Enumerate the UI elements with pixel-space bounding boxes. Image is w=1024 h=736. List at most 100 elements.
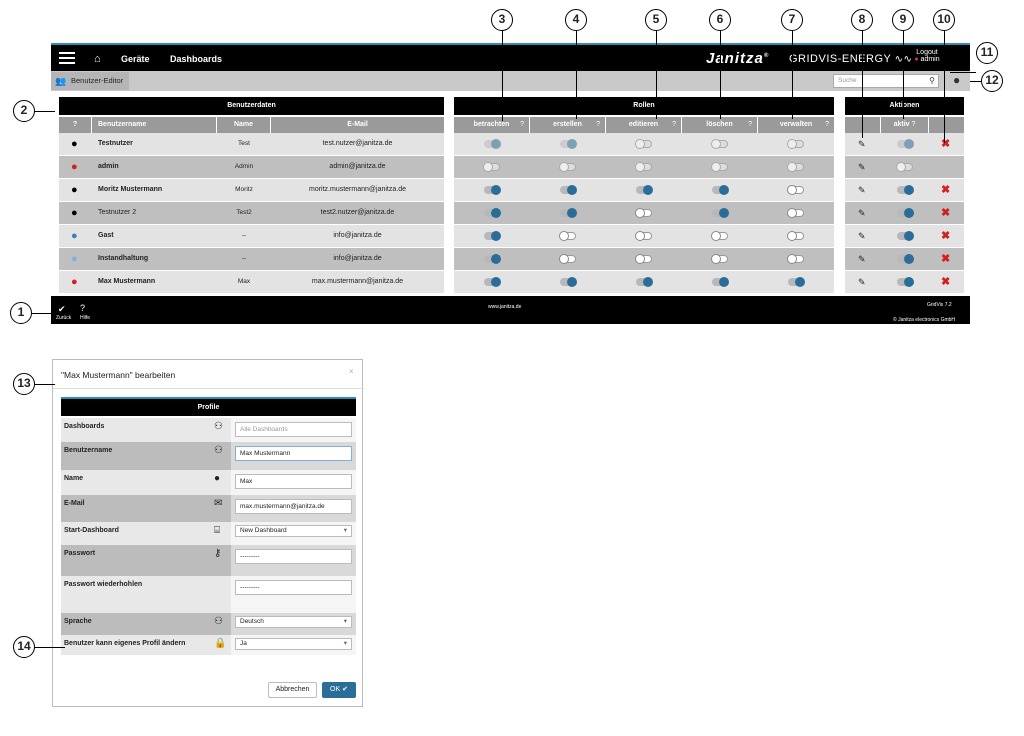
input-field[interactable]: Max xyxy=(235,474,352,489)
help-icon[interactable]: ? xyxy=(825,117,829,133)
field-label: Start-Dashboard xyxy=(64,527,119,534)
edit-icon[interactable]: ✎ xyxy=(858,156,866,178)
delete-icon[interactable]: ✖ xyxy=(941,133,950,155)
role-toggle[interactable] xyxy=(711,231,728,241)
role-toggle[interactable] xyxy=(560,208,577,218)
edit-icon[interactable]: ✎ xyxy=(858,271,866,293)
table-row[interactable]: ● Moritz Mustermann Moritz moritz.musterman… xyxy=(59,179,444,201)
table-row[interactable]: ● Testnutzer 2 Test2 test2.nutzer@janitza.d… xyxy=(59,202,444,224)
role-toggle[interactable] xyxy=(560,277,577,287)
role-toggle[interactable] xyxy=(635,254,652,264)
nav-geraete[interactable]: Geräte xyxy=(121,54,150,64)
select-field[interactable]: Deutsch xyxy=(235,616,352,628)
help-circle-icon[interactable]: ? xyxy=(80,303,85,313)
help-icon[interactable]: ? xyxy=(748,117,752,133)
input-field[interactable]: --------- xyxy=(235,580,352,595)
role-toggle xyxy=(483,162,500,172)
back-label[interactable]: Zurück xyxy=(56,315,71,321)
input-field[interactable]: --------- xyxy=(235,549,352,564)
footer-url[interactable]: www.janitza.de xyxy=(488,304,521,310)
role-toggle[interactable] xyxy=(636,185,653,195)
delete-icon[interactable]: ✖ xyxy=(941,271,950,293)
select-field[interactable]: New Dashboard xyxy=(235,525,352,537)
tab-benutzer-editor[interactable]: 👥 Benutzer-Editor xyxy=(51,72,129,90)
role-toggle[interactable] xyxy=(636,277,653,287)
back-icon[interactable]: ✔ xyxy=(58,304,66,315)
col-name[interactable]: Name xyxy=(217,117,271,133)
logout-area[interactable]: Logout ● admin xyxy=(913,49,941,63)
aktiv-toggle[interactable] xyxy=(897,254,914,264)
user-profile-icon[interactable]: ● xyxy=(953,73,967,89)
help-icon[interactable]: ? xyxy=(59,117,92,133)
delete-icon[interactable]: ✖ xyxy=(941,202,950,224)
menu-icon[interactable] xyxy=(59,52,75,64)
role-toggle[interactable] xyxy=(484,277,501,287)
callout-12: 12 xyxy=(981,70,1003,92)
role-toggle[interactable] xyxy=(712,277,729,287)
aktiv-toggle[interactable] xyxy=(897,208,914,218)
role-toggle[interactable] xyxy=(788,277,805,287)
col-role-0[interactable]: betrachten? xyxy=(454,117,530,133)
aktiv-toggle[interactable] xyxy=(897,185,914,195)
role-toggle[interactable] xyxy=(787,231,804,241)
form-row: Benutzer kann eigenes Profil ändern 🔒 Ja xyxy=(61,635,356,655)
delete-icon[interactable]: ✖ xyxy=(941,248,950,270)
home-icon[interactable]: ⌂ xyxy=(94,53,101,65)
table-row[interactable]: ● Max Mustermann Max max.mustermann@janitza… xyxy=(59,271,444,293)
table-row: ✎ ✖ xyxy=(845,225,964,247)
table-row: ✎ ✖ xyxy=(845,248,964,270)
edit-icon[interactable]: ✎ xyxy=(858,248,866,270)
role-toggle[interactable] xyxy=(787,254,804,264)
role-toggle[interactable] xyxy=(484,254,501,264)
input-field[interactable]: max.mustermann@janitza.de xyxy=(235,499,352,514)
role-toggle xyxy=(711,139,728,149)
delete-icon[interactable]: ✖ xyxy=(941,225,950,247)
role-toggle[interactable] xyxy=(712,185,729,195)
col-email[interactable]: E-Mail xyxy=(271,117,444,133)
logout-link[interactable]: Logout xyxy=(913,49,941,56)
role-toggle[interactable] xyxy=(635,231,652,241)
help-icon[interactable]: ? xyxy=(520,117,524,133)
ok-button[interactable]: OK ✔ xyxy=(322,682,356,698)
callout-11: 11 xyxy=(976,42,998,64)
aktiv-toggle[interactable] xyxy=(897,231,914,241)
col-aktiv[interactable]: aktiv ? xyxy=(881,117,929,133)
role-toggle[interactable] xyxy=(484,185,501,195)
role-toggle[interactable] xyxy=(484,208,501,218)
edit-icon[interactable]: ✎ xyxy=(858,179,866,201)
edit-icon[interactable]: ✎ xyxy=(858,225,866,247)
role-toggle[interactable] xyxy=(787,208,804,218)
table-row xyxy=(454,271,834,293)
col-role-2[interactable]: editieren? xyxy=(606,117,682,133)
input-field[interactable]: Alle Dashboards xyxy=(235,422,352,437)
role-toggle[interactable] xyxy=(711,254,728,264)
edit-icon[interactable]: ✎ xyxy=(858,202,866,224)
callout-3: 3 xyxy=(491,9,513,31)
role-toggle[interactable] xyxy=(787,185,804,195)
col-role-4[interactable]: verwalten? xyxy=(758,117,834,133)
nav-dashboards[interactable]: Dashboards xyxy=(170,54,222,64)
role-toggle[interactable] xyxy=(635,208,652,218)
delete-icon[interactable]: ✖ xyxy=(941,179,950,201)
role-toggle[interactable] xyxy=(560,185,577,195)
table-row[interactable]: ● Testnutzer Test test.nutzer@janitza.de xyxy=(59,133,444,155)
col-benutzername[interactable]: Benutzername xyxy=(92,117,217,133)
col-role-1[interactable]: erstellen? xyxy=(530,117,606,133)
table-row[interactable]: ● admin Admin admin@janitza.de xyxy=(59,156,444,178)
role-toggle[interactable] xyxy=(559,254,576,264)
help-label[interactable]: Hilfe xyxy=(80,315,90,321)
select-field[interactable]: Ja xyxy=(235,638,352,650)
aktiv-toggle[interactable] xyxy=(897,277,914,287)
close-icon[interactable]: × xyxy=(349,367,354,376)
table-row[interactable]: ● Gast -- info@janitza.de xyxy=(59,225,444,247)
col-role-3[interactable]: löschen? xyxy=(682,117,758,133)
help-icon[interactable]: ? xyxy=(672,117,676,133)
help-icon[interactable]: ? xyxy=(596,117,600,133)
role-toggle[interactable] xyxy=(559,231,576,241)
input-field[interactable]: Max Mustermann xyxy=(235,446,352,461)
table-row[interactable]: ● Instandhaltung -- info@janitza.de xyxy=(59,248,444,270)
cancel-button[interactable]: Abbrechen xyxy=(268,682,317,698)
role-toggle[interactable] xyxy=(712,208,729,218)
search-input[interactable]: Suche ⚲ xyxy=(833,74,939,88)
role-toggle[interactable] xyxy=(484,231,501,241)
